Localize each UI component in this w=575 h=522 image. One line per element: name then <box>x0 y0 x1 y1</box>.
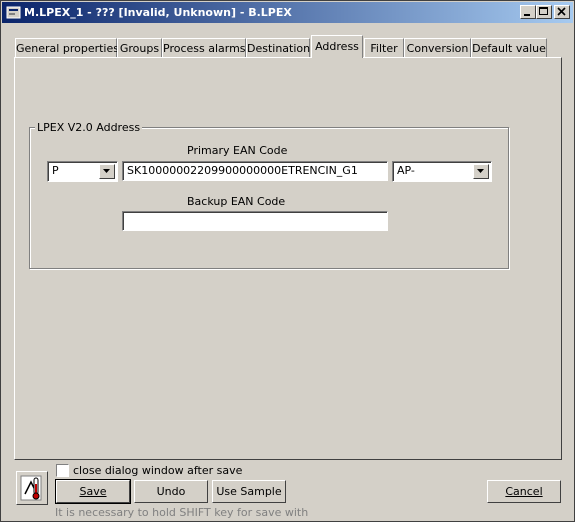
tab-label: Conversion <box>406 42 469 55</box>
suffix-value: AP- <box>397 164 415 177</box>
use-sample-button-label: Use Sample <box>216 485 282 498</box>
backup-ean-input[interactable] <box>122 211 388 231</box>
primary-ean-value: SK10000002209900000000ETRENCIN_G1 <box>127 164 358 177</box>
dialog-window: M.LPEX_1 - ??? [Invalid, Unknown] - B.LP… <box>0 0 575 522</box>
save-button[interactable]: Save <box>55 479 131 504</box>
app-icon <box>6 5 21 20</box>
primary-ean-input[interactable]: SK10000002209900000000ETRENCIN_G1 <box>122 161 388 181</box>
maximize-button[interactable] <box>536 5 552 19</box>
chevron-down-icon[interactable] <box>99 164 115 179</box>
undo-button[interactable]: Undo <box>134 480 208 503</box>
cancel-button-label: Cancel <box>505 485 543 498</box>
tab-label: General properties <box>16 42 119 55</box>
backup-ean-label: Backup EAN Code <box>187 195 286 208</box>
cancel-button[interactable]: Cancel <box>487 480 561 503</box>
tab-destination[interactable]: Destination <box>246 38 310 57</box>
undo-button-label: Undo <box>156 485 186 498</box>
primary-ean-label: Primary EAN Code <box>187 144 288 157</box>
chevron-down-icon[interactable] <box>473 164 489 179</box>
close-after-save-checkbox[interactable] <box>56 464 69 477</box>
tab-general-properties[interactable]: General properties <box>15 38 119 57</box>
minimize-button[interactable] <box>520 5 536 19</box>
tab-process-alarms[interactable]: Process alarms <box>162 38 246 57</box>
shift-save-hint: It is necessary to hold SHIFT key for sa… <box>55 506 309 519</box>
tab-label: Address <box>315 40 359 53</box>
tab-address[interactable]: Address <box>311 35 363 58</box>
tab-label: Process alarms <box>163 42 246 55</box>
tab-label: Groups <box>119 42 160 55</box>
prefix-value: P <box>52 164 59 177</box>
save-button-label: Save <box>79 485 107 498</box>
use-sample-button[interactable]: Use Sample <box>212 480 286 503</box>
group-title: LPEX V2.0 Address <box>35 121 143 134</box>
tab-filter[interactable]: Filter <box>364 38 404 57</box>
tab-label: Destination <box>247 42 311 55</box>
thermometer-icon[interactable] <box>16 471 48 505</box>
title-bar[interactable]: M.LPEX_1 - ??? [Invalid, Unknown] - B.LP… <box>2 2 573 23</box>
suffix-dropdown[interactable]: AP- <box>392 161 492 182</box>
close-button[interactable] <box>554 5 570 19</box>
close-after-save-label: close dialog window after save <box>73 464 243 477</box>
prefix-dropdown[interactable]: P <box>47 161 118 182</box>
tab-label: Filter <box>370 42 398 55</box>
tab-label: Default value <box>472 42 546 55</box>
window-title: M.LPEX_1 - ??? [Invalid, Unknown] - B.LP… <box>24 6 292 19</box>
tab-conversion[interactable]: Conversion <box>404 38 471 57</box>
tab-default-value[interactable]: Default value <box>471 38 547 57</box>
tab-groups[interactable]: Groups <box>117 38 162 57</box>
